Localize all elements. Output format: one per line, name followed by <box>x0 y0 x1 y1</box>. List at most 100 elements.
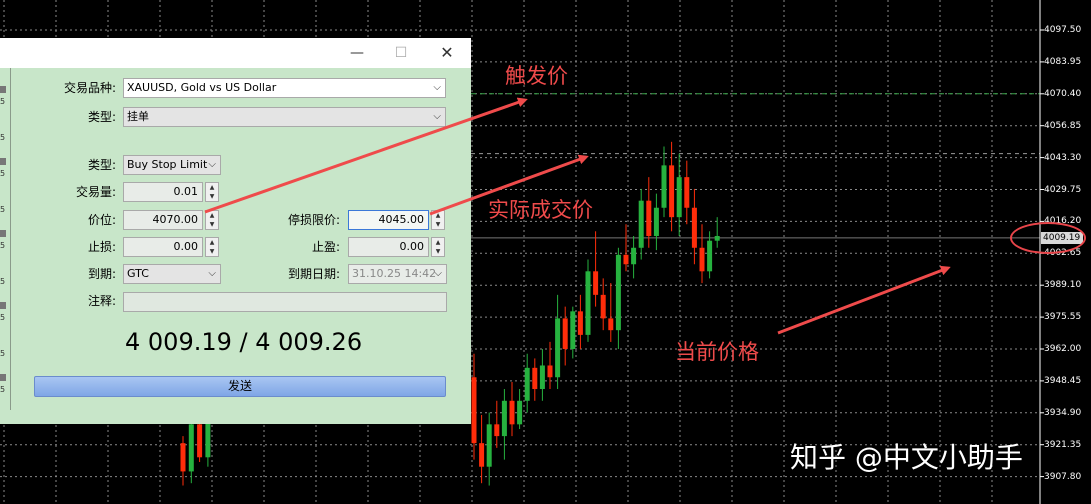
candle-body <box>486 424 492 467</box>
candle-body <box>188 424 194 472</box>
candle-body <box>501 400 507 437</box>
expiry-date-value: 31.10.25 14:42 <box>352 267 437 280</box>
candle-body <box>547 365 553 378</box>
chevron-down-icon: ⌵ <box>208 159 216 170</box>
chevron-down-icon: ⌵ <box>208 268 216 279</box>
price-axis-label: 3975.55 <box>1044 312 1082 323</box>
trading-screen: 4097.50 4083.95 4070.40 4056.85 4043.30 4029.… <box>0 0 1091 504</box>
candle-body <box>691 207 697 248</box>
price-stepper[interactable]: ▲ ▼ <box>205 210 219 230</box>
watermark: 知乎 @中文小助手 <box>790 441 1023 474</box>
stop-loss-stepper[interactable]: ▲ ▼ <box>205 237 219 257</box>
candle-body <box>631 247 637 265</box>
type-select[interactable]: 挂单 ⌵ <box>123 107 446 127</box>
price-axis-label: 3921.35 <box>1044 439 1082 450</box>
order-type-select[interactable]: Buy Stop Limit ⌵ <box>123 155 221 175</box>
symbol-select[interactable]: XAUUSD, Gold vs US Dollar ⌵ <box>123 78 446 98</box>
price-axis-label: 3934.90 <box>1044 407 1082 418</box>
stop-limit-stepper[interactable]: ▲ ▼ <box>431 210 445 230</box>
symbol-label: 交易品种: <box>63 81 116 95</box>
candle-body <box>707 240 713 272</box>
stop-loss-label: 止损: <box>87 240 116 254</box>
candle-body <box>661 165 667 208</box>
left-panel-digit: 5 <box>0 241 6 250</box>
chevron-down-icon: ⌵ <box>434 268 442 279</box>
take-profit-stepper[interactable]: ▲ ▼ <box>431 237 445 257</box>
price-axis-label: 3907.80 <box>1044 471 1082 482</box>
order-type-label: 类型: <box>87 158 116 172</box>
candle-body <box>676 177 682 218</box>
price-label: 价位: <box>87 213 116 227</box>
bid-ask-quote: 4 009.19 / 4 009.26 <box>125 328 363 356</box>
candle-body <box>608 318 614 331</box>
candle-body <box>494 424 500 437</box>
price-axis-label: 3962.00 <box>1044 344 1082 354</box>
expiry-date-label: 到期日期: <box>287 267 340 281</box>
candle-body <box>471 377 477 444</box>
stop-limit-label: 停损限价: <box>287 213 340 227</box>
minimize-icon[interactable]: — <box>340 38 374 68</box>
send-button[interactable]: 发送 <box>34 376 446 397</box>
candle-body <box>638 200 644 248</box>
expiry-select-value: GTC <box>127 267 149 280</box>
left-panel-digit: 5 <box>0 205 6 214</box>
candle-body <box>197 424 203 458</box>
volume-stepper[interactable]: ▲ ▼ <box>205 182 219 202</box>
left-panel-digit: 5 <box>0 349 6 358</box>
candle-body <box>600 294 606 319</box>
chevron-down-icon: ⌵ <box>433 111 441 122</box>
candle-body <box>669 165 675 218</box>
candle-body <box>532 367 538 390</box>
comment-label: 注释: <box>87 294 116 308</box>
price-input[interactable]: 4070.00 <box>123 210 203 230</box>
current-price-highlight-circle <box>1010 222 1086 254</box>
left-panel-marker <box>0 230 6 237</box>
dialog-titlebar[interactable]: — ☐ ✕ <box>0 38 471 68</box>
type-select-value: 挂单 <box>127 110 149 123</box>
left-panel-marker <box>0 302 6 309</box>
left-panel-marker <box>0 86 6 93</box>
candle-body <box>653 207 659 236</box>
candle-body <box>684 177 690 208</box>
candle-body <box>517 400 523 425</box>
candle-body <box>509 400 515 425</box>
left-panel-marker <box>0 374 6 381</box>
stop-limit-input[interactable]: 4045.00 <box>348 210 429 230</box>
expiry-date-select[interactable]: 31.10.25 14:42 ⌵ <box>348 264 447 284</box>
left-panel-digit: 5 <box>0 169 6 178</box>
candle-body <box>479 443 485 467</box>
left-panel-digit: 5 <box>0 133 6 142</box>
left-panel-digit: 5 <box>0 313 6 322</box>
candle-body <box>699 247 705 272</box>
take-profit-input[interactable]: 0.00 <box>348 237 429 257</box>
candle-body <box>593 271 599 295</box>
left-panel-digit: 5 <box>0 97 6 106</box>
price-axis-label: 4083.95 <box>1044 56 1082 67</box>
close-icon[interactable]: ✕ <box>430 38 464 68</box>
symbol-select-value: XAUUSD, Gold vs US Dollar <box>127 81 277 94</box>
left-panel-digit: 5 <box>0 385 6 394</box>
trigger-price-annotation: 触发价 <box>505 64 568 88</box>
type-label: 类型: <box>87 110 116 124</box>
maximize-icon[interactable]: ☐ <box>384 38 418 68</box>
candle-body <box>539 365 545 390</box>
candle-body <box>577 311 583 335</box>
price-axis-label: 3989.10 <box>1044 280 1082 291</box>
volume-input[interactable]: 0.01 <box>123 182 203 202</box>
candle-body <box>555 318 561 378</box>
candle-body <box>585 271 591 335</box>
candle-body <box>714 235 720 241</box>
left-panel-digit: 5 <box>0 277 6 286</box>
expiry-select[interactable]: GTC ⌵ <box>123 264 221 284</box>
price-axis-label: 4070.40 <box>1044 88 1082 99</box>
chevron-down-icon: ⌵ <box>433 82 441 93</box>
comment-input[interactable] <box>123 292 447 312</box>
candle-body <box>570 311 576 349</box>
candle-body <box>615 254 621 331</box>
stop-loss-input[interactable]: 0.00 <box>123 237 203 257</box>
expiry-label: 到期: <box>87 267 116 281</box>
candle-body <box>646 200 652 236</box>
price-axis-label: 3948.45 <box>1044 375 1082 386</box>
order-dialog: — ☐ ✕ 5 5 5 5 5 5 5 5 5 交易品种: XAUUSD, Gold vs US… <box>0 38 471 424</box>
candle-body <box>562 318 568 349</box>
